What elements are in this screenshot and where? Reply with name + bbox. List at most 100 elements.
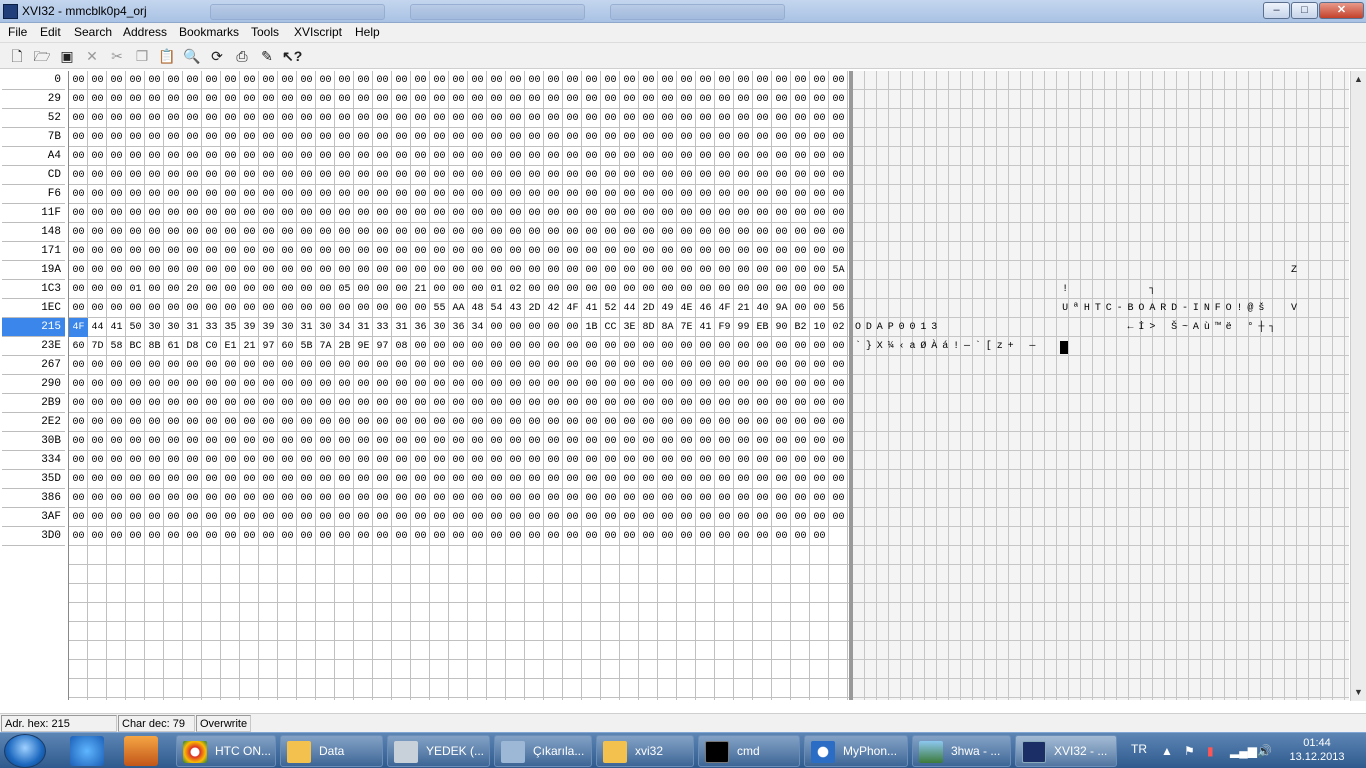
hex-byte[interactable]: 00 bbox=[772, 166, 791, 185]
hex-byte[interactable]: 00 bbox=[468, 71, 487, 90]
hex-byte[interactable]: 00 bbox=[544, 280, 563, 299]
hex-byte[interactable]: 00 bbox=[202, 432, 221, 451]
hex-row[interactable]: 00 00 00 00 00 00 00 00 00 00 00 00 00 00 00 00 00 00 00 00… bbox=[69, 109, 848, 128]
hex-byte[interactable]: 00 bbox=[734, 394, 753, 413]
hex-byte[interactable]: 00 bbox=[240, 90, 259, 109]
hex-byte[interactable]: 00 bbox=[392, 71, 411, 90]
hex-byte[interactable]: 00 bbox=[259, 527, 278, 546]
hex-byte[interactable]: 00 bbox=[677, 166, 696, 185]
hex-byte[interactable]: 00 bbox=[487, 109, 506, 128]
hex-byte[interactable]: 00 bbox=[639, 489, 658, 508]
hex-byte[interactable]: 00 bbox=[392, 185, 411, 204]
hex-byte[interactable]: 00 bbox=[582, 375, 601, 394]
hex-byte[interactable]: 9A bbox=[772, 299, 791, 318]
hex-byte[interactable]: F9 bbox=[715, 318, 734, 337]
hex-byte[interactable]: 00 bbox=[126, 413, 145, 432]
hex-byte[interactable]: 00 bbox=[411, 413, 430, 432]
hex-byte[interactable]: 00 bbox=[392, 527, 411, 546]
hex-byte[interactable]: 00 bbox=[753, 508, 772, 527]
hex-byte[interactable]: 00 bbox=[696, 508, 715, 527]
hex-byte[interactable]: 00 bbox=[373, 470, 392, 489]
hex-byte[interactable]: 00 bbox=[544, 527, 563, 546]
hex-byte[interactable]: 00 bbox=[715, 356, 734, 375]
hex-byte[interactable]: 00 bbox=[88, 71, 107, 90]
hex-byte[interactable]: 00 bbox=[183, 261, 202, 280]
hex-byte[interactable]: 00 bbox=[430, 394, 449, 413]
hex-byte[interactable]: 00 bbox=[259, 394, 278, 413]
hex-byte[interactable]: 00 bbox=[316, 166, 335, 185]
hex-byte[interactable]: 00 bbox=[430, 470, 449, 489]
hex-byte[interactable]: 00 bbox=[829, 356, 848, 375]
hex-byte[interactable]: 00 bbox=[145, 166, 164, 185]
hex-byte[interactable]: 00 bbox=[544, 166, 563, 185]
hex-byte[interactable]: 00 bbox=[164, 147, 183, 166]
hex-byte[interactable]: 00 bbox=[468, 166, 487, 185]
hex-byte[interactable]: 00 bbox=[69, 128, 88, 147]
hex-byte[interactable]: 00 bbox=[221, 375, 240, 394]
hex-byte[interactable]: 00 bbox=[145, 280, 164, 299]
hex-byte[interactable]: 00 bbox=[297, 147, 316, 166]
hex-byte[interactable]: 00 bbox=[392, 432, 411, 451]
close-button[interactable]: ✕ bbox=[1319, 2, 1364, 19]
hex-byte[interactable]: 00 bbox=[145, 413, 164, 432]
hex-byte[interactable]: 00 bbox=[601, 356, 620, 375]
hex-byte[interactable]: 00 bbox=[88, 470, 107, 489]
hex-byte[interactable]: 00 bbox=[620, 185, 639, 204]
hex-byte[interactable]: 35 bbox=[221, 318, 240, 337]
hex-byte[interactable]: 00 bbox=[411, 337, 430, 356]
hex-byte[interactable]: 00 bbox=[278, 527, 297, 546]
hex-byte[interactable]: 00 bbox=[791, 71, 810, 90]
hex-byte[interactable]: 00 bbox=[772, 185, 791, 204]
hex-byte[interactable]: 00 bbox=[392, 375, 411, 394]
hex-row[interactable]: 00 00 00 00 00 00 00 00 00 00 00 00 00 00 00 00 00 00 00 00… bbox=[69, 356, 848, 375]
hex-byte[interactable]: 00 bbox=[525, 71, 544, 90]
hex-byte[interactable]: 30 bbox=[316, 318, 335, 337]
hex-byte[interactable]: 00 bbox=[449, 204, 468, 223]
hex-byte[interactable]: 00 bbox=[810, 280, 829, 299]
hex-byte[interactable]: 00 bbox=[183, 204, 202, 223]
hex-byte[interactable]: 00 bbox=[829, 508, 848, 527]
hex-byte[interactable]: 00 bbox=[601, 261, 620, 280]
hex-byte[interactable]: 00 bbox=[677, 185, 696, 204]
hex-byte[interactable]: 00 bbox=[335, 413, 354, 432]
hex-byte[interactable]: 00 bbox=[563, 204, 582, 223]
hex-byte[interactable]: 00 bbox=[715, 128, 734, 147]
hex-byte[interactable]: 00 bbox=[639, 147, 658, 166]
hex-byte[interactable]: 00 bbox=[734, 204, 753, 223]
hex-byte[interactable]: 00 bbox=[487, 71, 506, 90]
hex-byte[interactable]: 00 bbox=[468, 185, 487, 204]
hex-byte[interactable]: 00 bbox=[145, 394, 164, 413]
hex-byte[interactable]: 00 bbox=[829, 166, 848, 185]
hex-byte[interactable]: 00 bbox=[221, 451, 240, 470]
hex-byte[interactable]: 00 bbox=[525, 90, 544, 109]
hex-byte[interactable]: 00 bbox=[221, 90, 240, 109]
hex-byte[interactable]: 00 bbox=[202, 508, 221, 527]
hex-byte[interactable]: 00 bbox=[772, 204, 791, 223]
hex-byte[interactable]: 00 bbox=[202, 147, 221, 166]
hex-byte[interactable]: 00 bbox=[297, 394, 316, 413]
hex-byte[interactable]: 00 bbox=[582, 432, 601, 451]
hex-byte[interactable]: 00 bbox=[449, 185, 468, 204]
hex-byte[interactable]: 00 bbox=[316, 299, 335, 318]
hex-byte[interactable]: 00 bbox=[430, 527, 449, 546]
hex-byte[interactable]: 00 bbox=[715, 451, 734, 470]
hex-byte[interactable]: 00 bbox=[544, 223, 563, 242]
hex-byte[interactable]: 02 bbox=[506, 280, 525, 299]
hex-byte[interactable]: 00 bbox=[202, 109, 221, 128]
hex-row[interactable]: 00 00 00 00 00 00 00 00 00 00 00 00 00 00 00 00 00 00 00 00… bbox=[69, 166, 848, 185]
hex-row-selected[interactable]: 4F 44 41 50 30 30 31 33 35 39 39 30 31 30 34 31 33 31 36 30… bbox=[69, 318, 848, 337]
hex-byte[interactable]: 00 bbox=[449, 375, 468, 394]
hex-byte[interactable]: 00 bbox=[715, 470, 734, 489]
address-cell[interactable]: 386 bbox=[2, 489, 65, 508]
hex-byte[interactable]: 10 bbox=[810, 318, 829, 337]
hex-byte[interactable]: 00 bbox=[525, 318, 544, 337]
hex-byte[interactable]: 00 bbox=[772, 242, 791, 261]
hex-byte[interactable]: 00 bbox=[373, 204, 392, 223]
hex-byte[interactable]: 00 bbox=[696, 470, 715, 489]
hex-byte[interactable]: 00 bbox=[810, 90, 829, 109]
hex-byte[interactable]: 00 bbox=[487, 261, 506, 280]
hex-byte[interactable]: 00 bbox=[354, 432, 373, 451]
hex-byte[interactable]: 00 bbox=[183, 109, 202, 128]
hex-byte[interactable]: 00 bbox=[69, 299, 88, 318]
hex-byte[interactable]: 00 bbox=[88, 432, 107, 451]
